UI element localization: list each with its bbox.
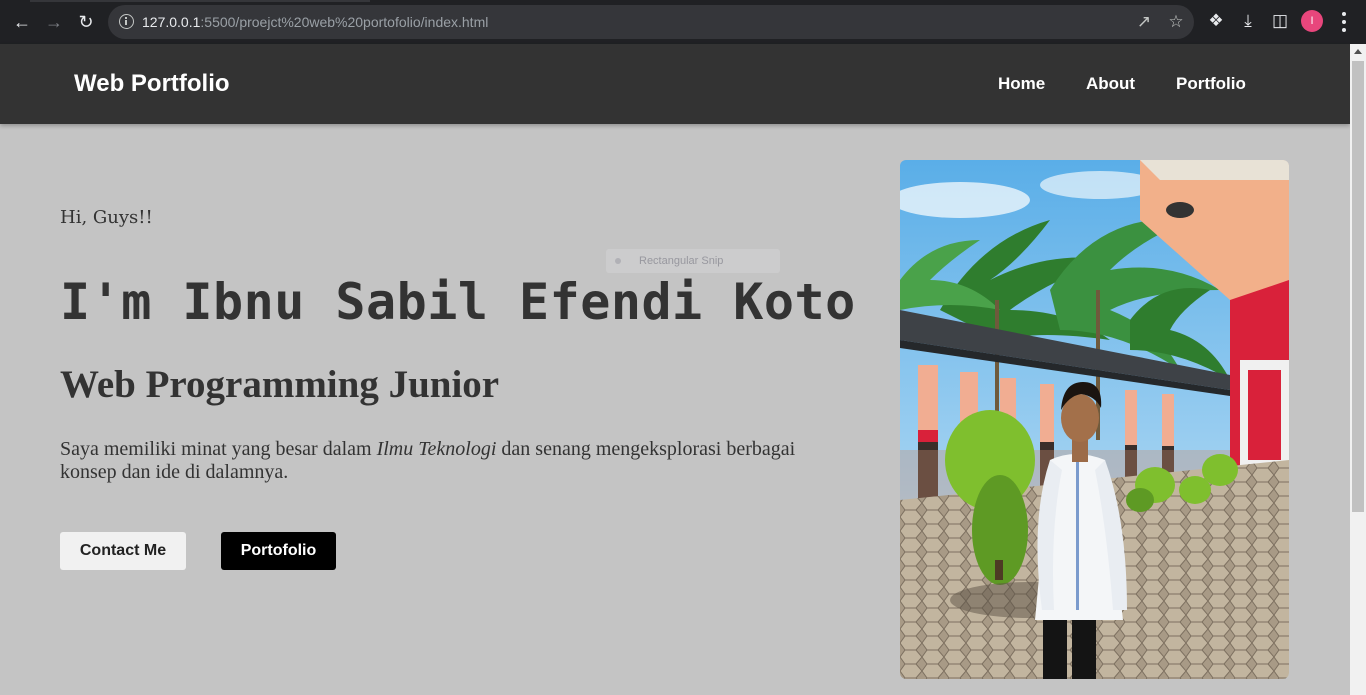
bookmark-star-icon[interactable]: ☆: [1166, 12, 1186, 32]
forward-icon[interactable]: →: [42, 10, 66, 34]
hero-role: Web Programming Junior: [60, 363, 500, 406]
desc-part-1: Saya memiliki minat yang besar dalam: [60, 438, 377, 460]
menu-dots-icon[interactable]: [1336, 12, 1352, 32]
snip-label: Rectangular Snip: [639, 255, 724, 267]
tab-strip: [0, 0, 1366, 3]
url-text[interactable]: 127.0.0.1:5500/proejct%20web%20portofoli…: [142, 14, 488, 30]
site-header: Web Portfolio Home About Portfolio: [0, 44, 1350, 124]
site-info-icon[interactable]: [119, 14, 134, 29]
side-panel-icon[interactable]: ◫: [1269, 10, 1291, 32]
snip-mode-icon: [615, 258, 621, 264]
profile-avatar[interactable]: I: [1301, 10, 1323, 32]
desc-emphasis: Ilmu Teknologi: [376, 438, 497, 460]
snip-tool-overlay: Rectangular Snip: [606, 249, 780, 273]
reload-icon[interactable]: ↻: [74, 10, 98, 34]
hero-greeting: Hi, Guys!!: [60, 207, 153, 228]
contact-me-button[interactable]: Contact Me: [60, 532, 186, 570]
back-icon[interactable]: ←: [10, 10, 34, 34]
download-icon[interactable]: ⤓: [1237, 10, 1259, 32]
hero-description: Saya memiliki minat yang besar dalam Ilm…: [60, 438, 820, 484]
address-bar[interactable]: 127.0.0.1:5500/proejct%20web%20portofoli…: [108, 5, 1194, 39]
portfolio-button[interactable]: Portofolio: [221, 532, 336, 570]
browser-toolbar: ← → ↻ 127.0.0.1:5500/proejct%20web%20por…: [0, 0, 1366, 44]
scroll-up-arrow-icon[interactable]: [1354, 49, 1362, 54]
profile-photo: [900, 160, 1289, 679]
share-icon[interactable]: ↗: [1134, 12, 1154, 32]
nav-about[interactable]: About: [1086, 74, 1135, 94]
page-scrollbar[interactable]: [1350, 44, 1366, 695]
scroll-thumb[interactable]: [1352, 61, 1364, 512]
hero-name: I'm Ibnu Sabil Efendi Koto: [60, 273, 856, 331]
url-host: 127.0.0.1: [142, 14, 201, 30]
nav-home[interactable]: Home: [998, 74, 1045, 94]
nav-portfolio[interactable]: Portfolio: [1176, 74, 1246, 94]
extensions-icon[interactable]: ❖: [1205, 10, 1227, 32]
url-path: :5500/proejct%20web%20portofolio/index.h…: [200, 14, 489, 30]
site-logo[interactable]: Web Portfolio: [74, 70, 230, 98]
